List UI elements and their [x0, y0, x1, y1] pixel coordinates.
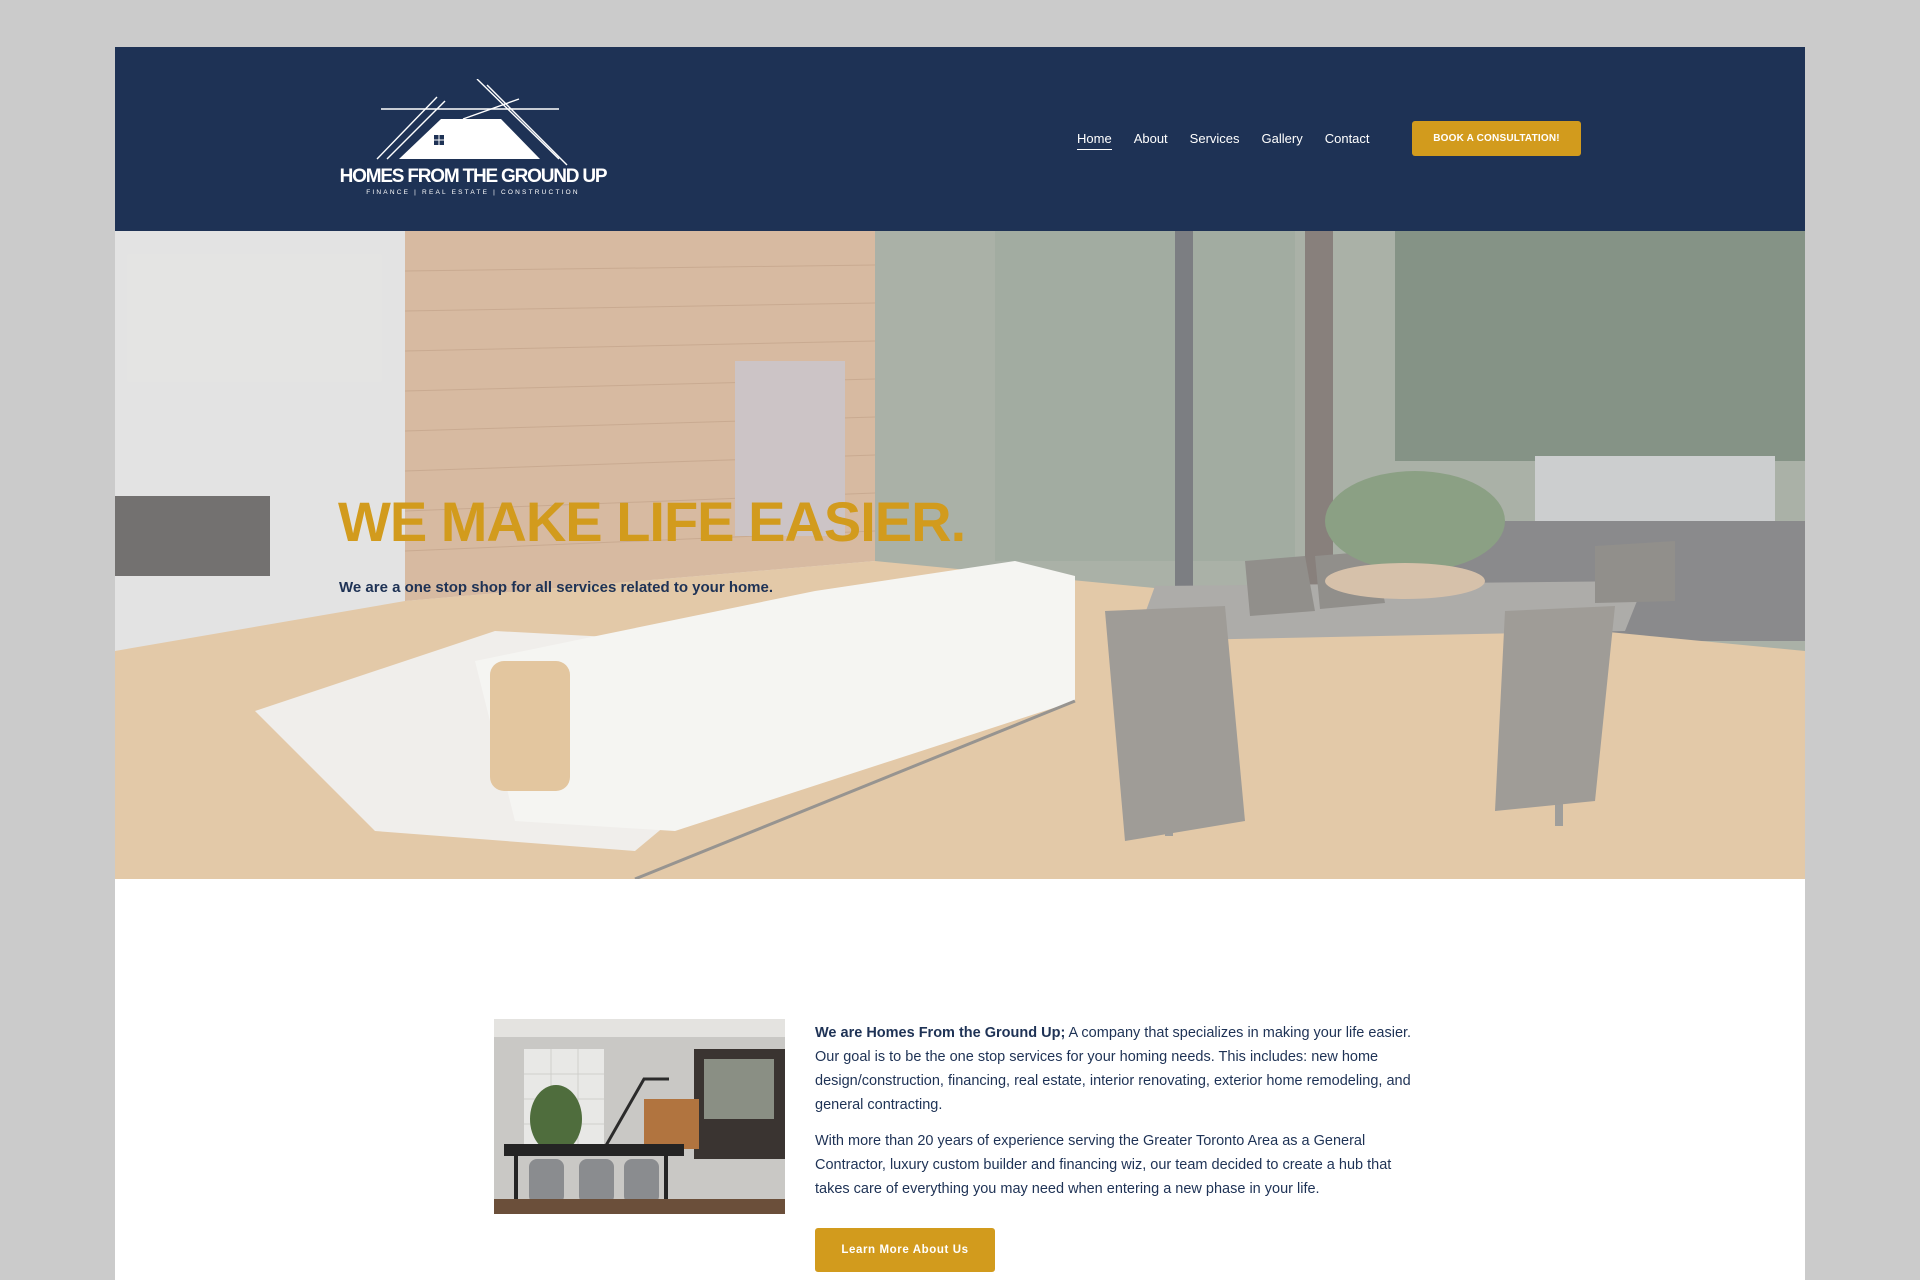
about-image: [494, 1019, 785, 1214]
nav-item-about[interactable]: About: [1134, 131, 1168, 150]
nav-item-home[interactable]: Home: [1077, 131, 1112, 150]
about-paragraph-1: We are Homes From the Ground Up; A compa…: [815, 1021, 1415, 1117]
hero-section: WE MAKE LIFE EASIER. We are a one stop s…: [115, 231, 1805, 879]
hero-title: WE MAKE LIFE EASIER.: [338, 490, 966, 553]
book-consultation-button[interactable]: BOOK A CONSULTATION!: [1412, 121, 1581, 156]
about-intro-bold: We are Homes From the Ground Up;: [815, 1025, 1066, 1041]
nav-item-services[interactable]: Services: [1190, 131, 1240, 150]
learn-more-button[interactable]: Learn More About Us: [815, 1228, 995, 1272]
hero-overlay: [115, 231, 1805, 879]
site-logo[interactable]: HOMES FROM THE GROUND UP FINANCE | REAL …: [337, 79, 609, 209]
logo-tagline: FINANCE | REAL ESTATE | CONSTRUCTION: [366, 189, 580, 196]
nav-item-gallery[interactable]: Gallery: [1262, 131, 1303, 150]
page-frame: HOMES FROM THE GROUND UP FINANCE | REAL …: [115, 47, 1805, 1280]
logo-wordmark: HOMES FROM THE GROUND UP: [339, 166, 608, 187]
about-paragraph-2: With more than 20 years of experience se…: [815, 1133, 1392, 1197]
main-nav: Home About Services Gallery Contact: [1077, 131, 1392, 150]
nav-item-contact[interactable]: Contact: [1325, 131, 1370, 150]
about-text: We are Homes From the Ground Up; A compa…: [815, 1021, 1415, 1213]
house-logo-icon: [376, 79, 568, 166]
site-header: HOMES FROM THE GROUND UP FINANCE | REAL …: [115, 47, 1805, 231]
hero-subtitle: We are a one stop shop for all services …: [339, 579, 774, 596]
